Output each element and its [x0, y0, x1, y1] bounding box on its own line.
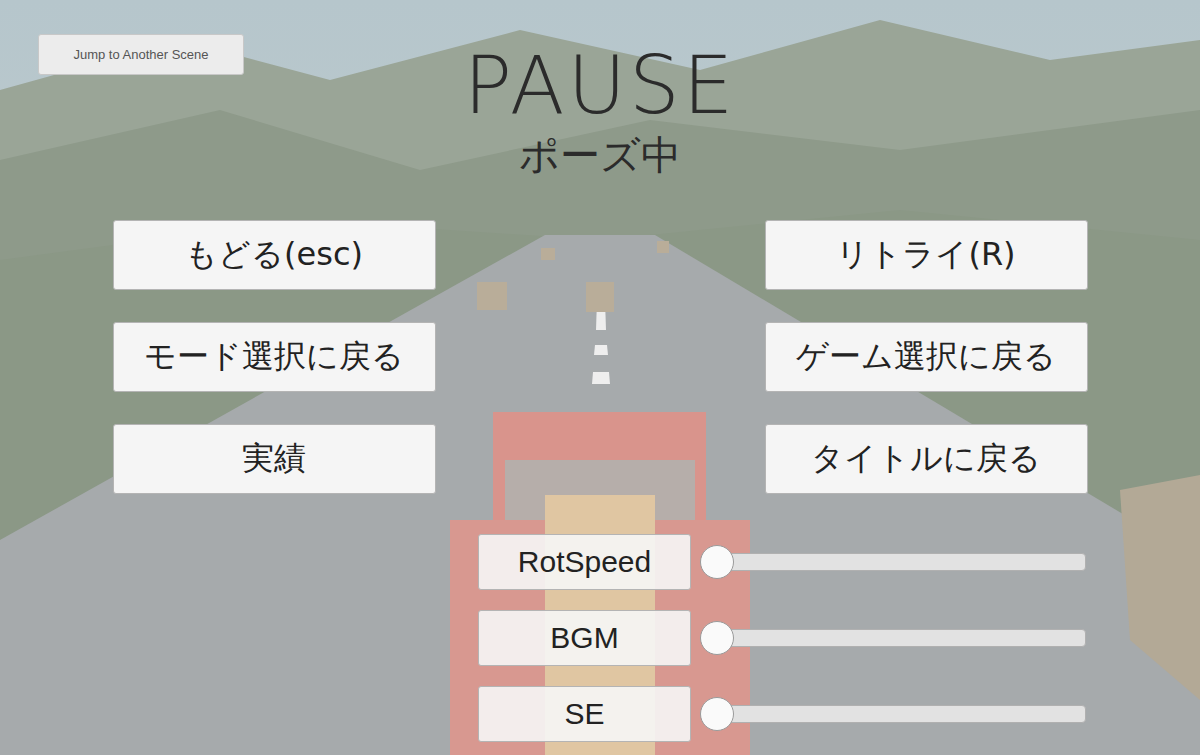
slider-row: RotSpeed: [478, 534, 1200, 590]
slider-row: SE: [478, 686, 1200, 742]
menu-button[interactable]: 実績: [113, 424, 436, 494]
pause-menu: Jump to Another ScenePAUSEポーズ中もどる(esc)リト…: [0, 0, 1200, 755]
slider-label: BGM: [478, 610, 691, 666]
pause-title: PAUSE: [464, 42, 737, 130]
menu-grid: もどる(esc) リトライ(R) モード選択に戻る ゲーム選択に戻る実績 タイトルに戻る: [0, 220, 1200, 494]
menu-button[interactable]: ゲーム選択に戻る: [765, 322, 1088, 392]
menu-button[interactable]: タイトルに戻る: [765, 424, 1088, 494]
slider-handle[interactable]: [700, 621, 734, 655]
header: Jump to Another Scene PAUSEポーズ中: [0, 34, 1200, 180]
menu-button[interactable]: リトライ(R): [765, 220, 1088, 290]
settings-sliders: RotSpeed BGM SE: [0, 534, 1200, 742]
slider[interactable]: [700, 620, 1086, 656]
slider-track[interactable]: [710, 553, 1086, 571]
menu-button[interactable]: モード選択に戻る: [113, 322, 436, 392]
title-block: PAUSEポーズ中: [464, 34, 737, 180]
slider-label: SE: [478, 686, 691, 742]
slider[interactable]: [700, 696, 1086, 732]
slider-label: RotSpeed: [478, 534, 691, 590]
slider-row: BGM: [478, 610, 1200, 666]
jump-scene-button[interactable]: Jump to Another Scene: [38, 34, 244, 75]
pause-screen: Jump to Another ScenePAUSEポーズ中もどる(esc)リト…: [0, 0, 1200, 755]
pause-subtitle: ポーズ中: [519, 130, 681, 180]
slider[interactable]: [700, 544, 1086, 580]
menu-button[interactable]: もどる(esc): [113, 220, 436, 290]
slider-track[interactable]: [710, 629, 1086, 647]
slider-handle[interactable]: [700, 545, 734, 579]
slider-track[interactable]: [710, 705, 1086, 723]
slider-handle[interactable]: [700, 697, 734, 731]
